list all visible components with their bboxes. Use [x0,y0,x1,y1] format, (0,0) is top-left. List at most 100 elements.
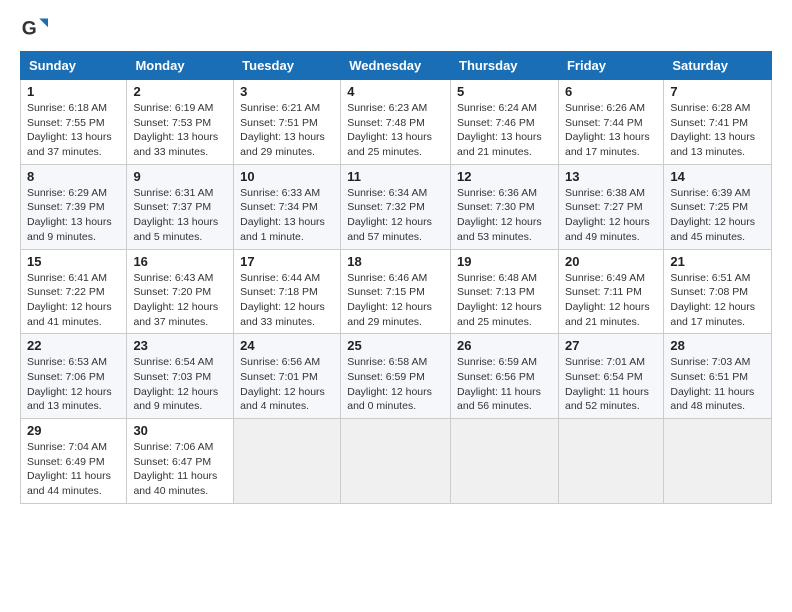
day-info: Sunrise: 6:18 AMSunset: 7:55 PMDaylight:… [27,102,112,158]
day-number: 23 [133,338,227,353]
day-number: 5 [457,84,552,99]
table-row: 2 Sunrise: 6:19 AMSunset: 7:53 PMDayligh… [127,80,234,165]
day-info: Sunrise: 6:58 AMSunset: 6:59 PMDaylight:… [347,356,432,412]
table-row: 29 Sunrise: 7:04 AMSunset: 6:49 PMDaylig… [21,419,127,504]
table-row: 13 Sunrise: 6:38 AMSunset: 7:27 PMDaylig… [558,164,663,249]
day-number: 7 [670,84,765,99]
day-number: 1 [27,84,120,99]
day-number: 27 [565,338,657,353]
table-row: 7 Sunrise: 6:28 AMSunset: 7:41 PMDayligh… [664,80,772,165]
table-row: 14 Sunrise: 6:39 AMSunset: 7:25 PMDaylig… [664,164,772,249]
day-number: 11 [347,169,444,184]
day-header-monday: Monday [127,52,234,80]
day-number: 25 [347,338,444,353]
day-info: Sunrise: 6:26 AMSunset: 7:44 PMDaylight:… [565,102,650,158]
table-row: 17 Sunrise: 6:44 AMSunset: 7:18 PMDaylig… [234,249,341,334]
table-row: 18 Sunrise: 6:46 AMSunset: 7:15 PMDaylig… [341,249,451,334]
table-row: 24 Sunrise: 6:56 AMSunset: 7:01 PMDaylig… [234,334,341,419]
day-number: 6 [565,84,657,99]
table-row [341,419,451,504]
table-row [234,419,341,504]
day-info: Sunrise: 7:06 AMSunset: 6:47 PMDaylight:… [133,441,217,497]
day-info: Sunrise: 6:19 AMSunset: 7:53 PMDaylight:… [133,102,218,158]
day-number: 8 [27,169,120,184]
day-header-wednesday: Wednesday [341,52,451,80]
table-row: 11 Sunrise: 6:34 AMSunset: 7:32 PMDaylig… [341,164,451,249]
day-number: 17 [240,254,334,269]
day-number: 24 [240,338,334,353]
day-number: 21 [670,254,765,269]
day-number: 30 [133,423,227,438]
day-number: 22 [27,338,120,353]
table-row: 12 Sunrise: 6:36 AMSunset: 7:30 PMDaylig… [451,164,559,249]
day-info: Sunrise: 6:41 AMSunset: 7:22 PMDaylight:… [27,272,112,328]
day-info: Sunrise: 6:49 AMSunset: 7:11 PMDaylight:… [565,272,650,328]
table-row: 10 Sunrise: 6:33 AMSunset: 7:34 PMDaylig… [234,164,341,249]
day-info: Sunrise: 6:38 AMSunset: 7:27 PMDaylight:… [565,187,650,243]
day-number: 9 [133,169,227,184]
day-number: 3 [240,84,334,99]
calendar: SundayMondayTuesdayWednesdayThursdayFrid… [20,51,772,504]
day-info: Sunrise: 7:03 AMSunset: 6:51 PMDaylight:… [670,356,754,412]
day-info: Sunrise: 6:23 AMSunset: 7:48 PMDaylight:… [347,102,432,158]
day-info: Sunrise: 6:24 AMSunset: 7:46 PMDaylight:… [457,102,542,158]
day-number: 29 [27,423,120,438]
day-header-thursday: Thursday [451,52,559,80]
day-info: Sunrise: 6:29 AMSunset: 7:39 PMDaylight:… [27,187,112,243]
day-number: 20 [565,254,657,269]
calendar-week-4: 22 Sunrise: 6:53 AMSunset: 7:06 PMDaylig… [21,334,772,419]
day-info: Sunrise: 7:01 AMSunset: 6:54 PMDaylight:… [565,356,649,412]
table-row [664,419,772,504]
day-number: 15 [27,254,120,269]
table-row [451,419,559,504]
table-row: 25 Sunrise: 6:58 AMSunset: 6:59 PMDaylig… [341,334,451,419]
day-number: 2 [133,84,227,99]
day-number: 28 [670,338,765,353]
table-row: 20 Sunrise: 6:49 AMSunset: 7:11 PMDaylig… [558,249,663,334]
day-info: Sunrise: 6:59 AMSunset: 6:56 PMDaylight:… [457,356,541,412]
table-row: 15 Sunrise: 6:41 AMSunset: 7:22 PMDaylig… [21,249,127,334]
table-row: 27 Sunrise: 7:01 AMSunset: 6:54 PMDaylig… [558,334,663,419]
day-info: Sunrise: 6:34 AMSunset: 7:32 PMDaylight:… [347,187,432,243]
table-row: 28 Sunrise: 7:03 AMSunset: 6:51 PMDaylig… [664,334,772,419]
day-header-friday: Friday [558,52,663,80]
day-info: Sunrise: 6:43 AMSunset: 7:20 PMDaylight:… [133,272,218,328]
calendar-week-1: 1 Sunrise: 6:18 AMSunset: 7:55 PMDayligh… [21,80,772,165]
day-info: Sunrise: 6:39 AMSunset: 7:25 PMDaylight:… [670,187,755,243]
day-number: 4 [347,84,444,99]
day-number: 10 [240,169,334,184]
table-row: 4 Sunrise: 6:23 AMSunset: 7:48 PMDayligh… [341,80,451,165]
day-number: 18 [347,254,444,269]
table-row [558,419,663,504]
day-info: Sunrise: 6:44 AMSunset: 7:18 PMDaylight:… [240,272,325,328]
day-info: Sunrise: 7:04 AMSunset: 6:49 PMDaylight:… [27,441,111,497]
day-info: Sunrise: 6:21 AMSunset: 7:51 PMDaylight:… [240,102,325,158]
logo-icon: G [20,15,48,43]
day-info: Sunrise: 6:46 AMSunset: 7:15 PMDaylight:… [347,272,432,328]
day-number: 14 [670,169,765,184]
table-row: 9 Sunrise: 6:31 AMSunset: 7:37 PMDayligh… [127,164,234,249]
day-info: Sunrise: 6:54 AMSunset: 7:03 PMDaylight:… [133,356,218,412]
day-info: Sunrise: 6:31 AMSunset: 7:37 PMDaylight:… [133,187,218,243]
day-info: Sunrise: 6:33 AMSunset: 7:34 PMDaylight:… [240,187,325,243]
day-header-sunday: Sunday [21,52,127,80]
svg-text:G: G [22,18,37,39]
table-row: 5 Sunrise: 6:24 AMSunset: 7:46 PMDayligh… [451,80,559,165]
day-info: Sunrise: 6:36 AMSunset: 7:30 PMDaylight:… [457,187,542,243]
day-info: Sunrise: 6:53 AMSunset: 7:06 PMDaylight:… [27,356,112,412]
table-row: 3 Sunrise: 6:21 AMSunset: 7:51 PMDayligh… [234,80,341,165]
table-row: 1 Sunrise: 6:18 AMSunset: 7:55 PMDayligh… [21,80,127,165]
calendar-week-2: 8 Sunrise: 6:29 AMSunset: 7:39 PMDayligh… [21,164,772,249]
table-row: 22 Sunrise: 6:53 AMSunset: 7:06 PMDaylig… [21,334,127,419]
day-info: Sunrise: 6:28 AMSunset: 7:41 PMDaylight:… [670,102,755,158]
day-info: Sunrise: 6:56 AMSunset: 7:01 PMDaylight:… [240,356,325,412]
day-number: 13 [565,169,657,184]
table-row: 19 Sunrise: 6:48 AMSunset: 7:13 PMDaylig… [451,249,559,334]
day-number: 12 [457,169,552,184]
day-number: 16 [133,254,227,269]
day-number: 19 [457,254,552,269]
table-row: 21 Sunrise: 6:51 AMSunset: 7:08 PMDaylig… [664,249,772,334]
table-row: 30 Sunrise: 7:06 AMSunset: 6:47 PMDaylig… [127,419,234,504]
calendar-header-row: SundayMondayTuesdayWednesdayThursdayFrid… [21,52,772,80]
table-row: 6 Sunrise: 6:26 AMSunset: 7:44 PMDayligh… [558,80,663,165]
